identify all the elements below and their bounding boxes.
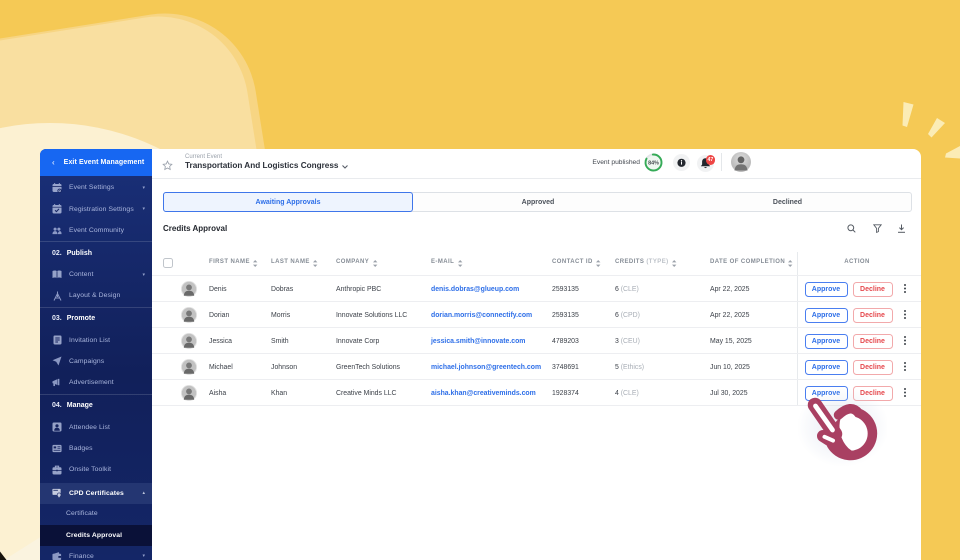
- svg-text:84%: 84%: [648, 160, 659, 166]
